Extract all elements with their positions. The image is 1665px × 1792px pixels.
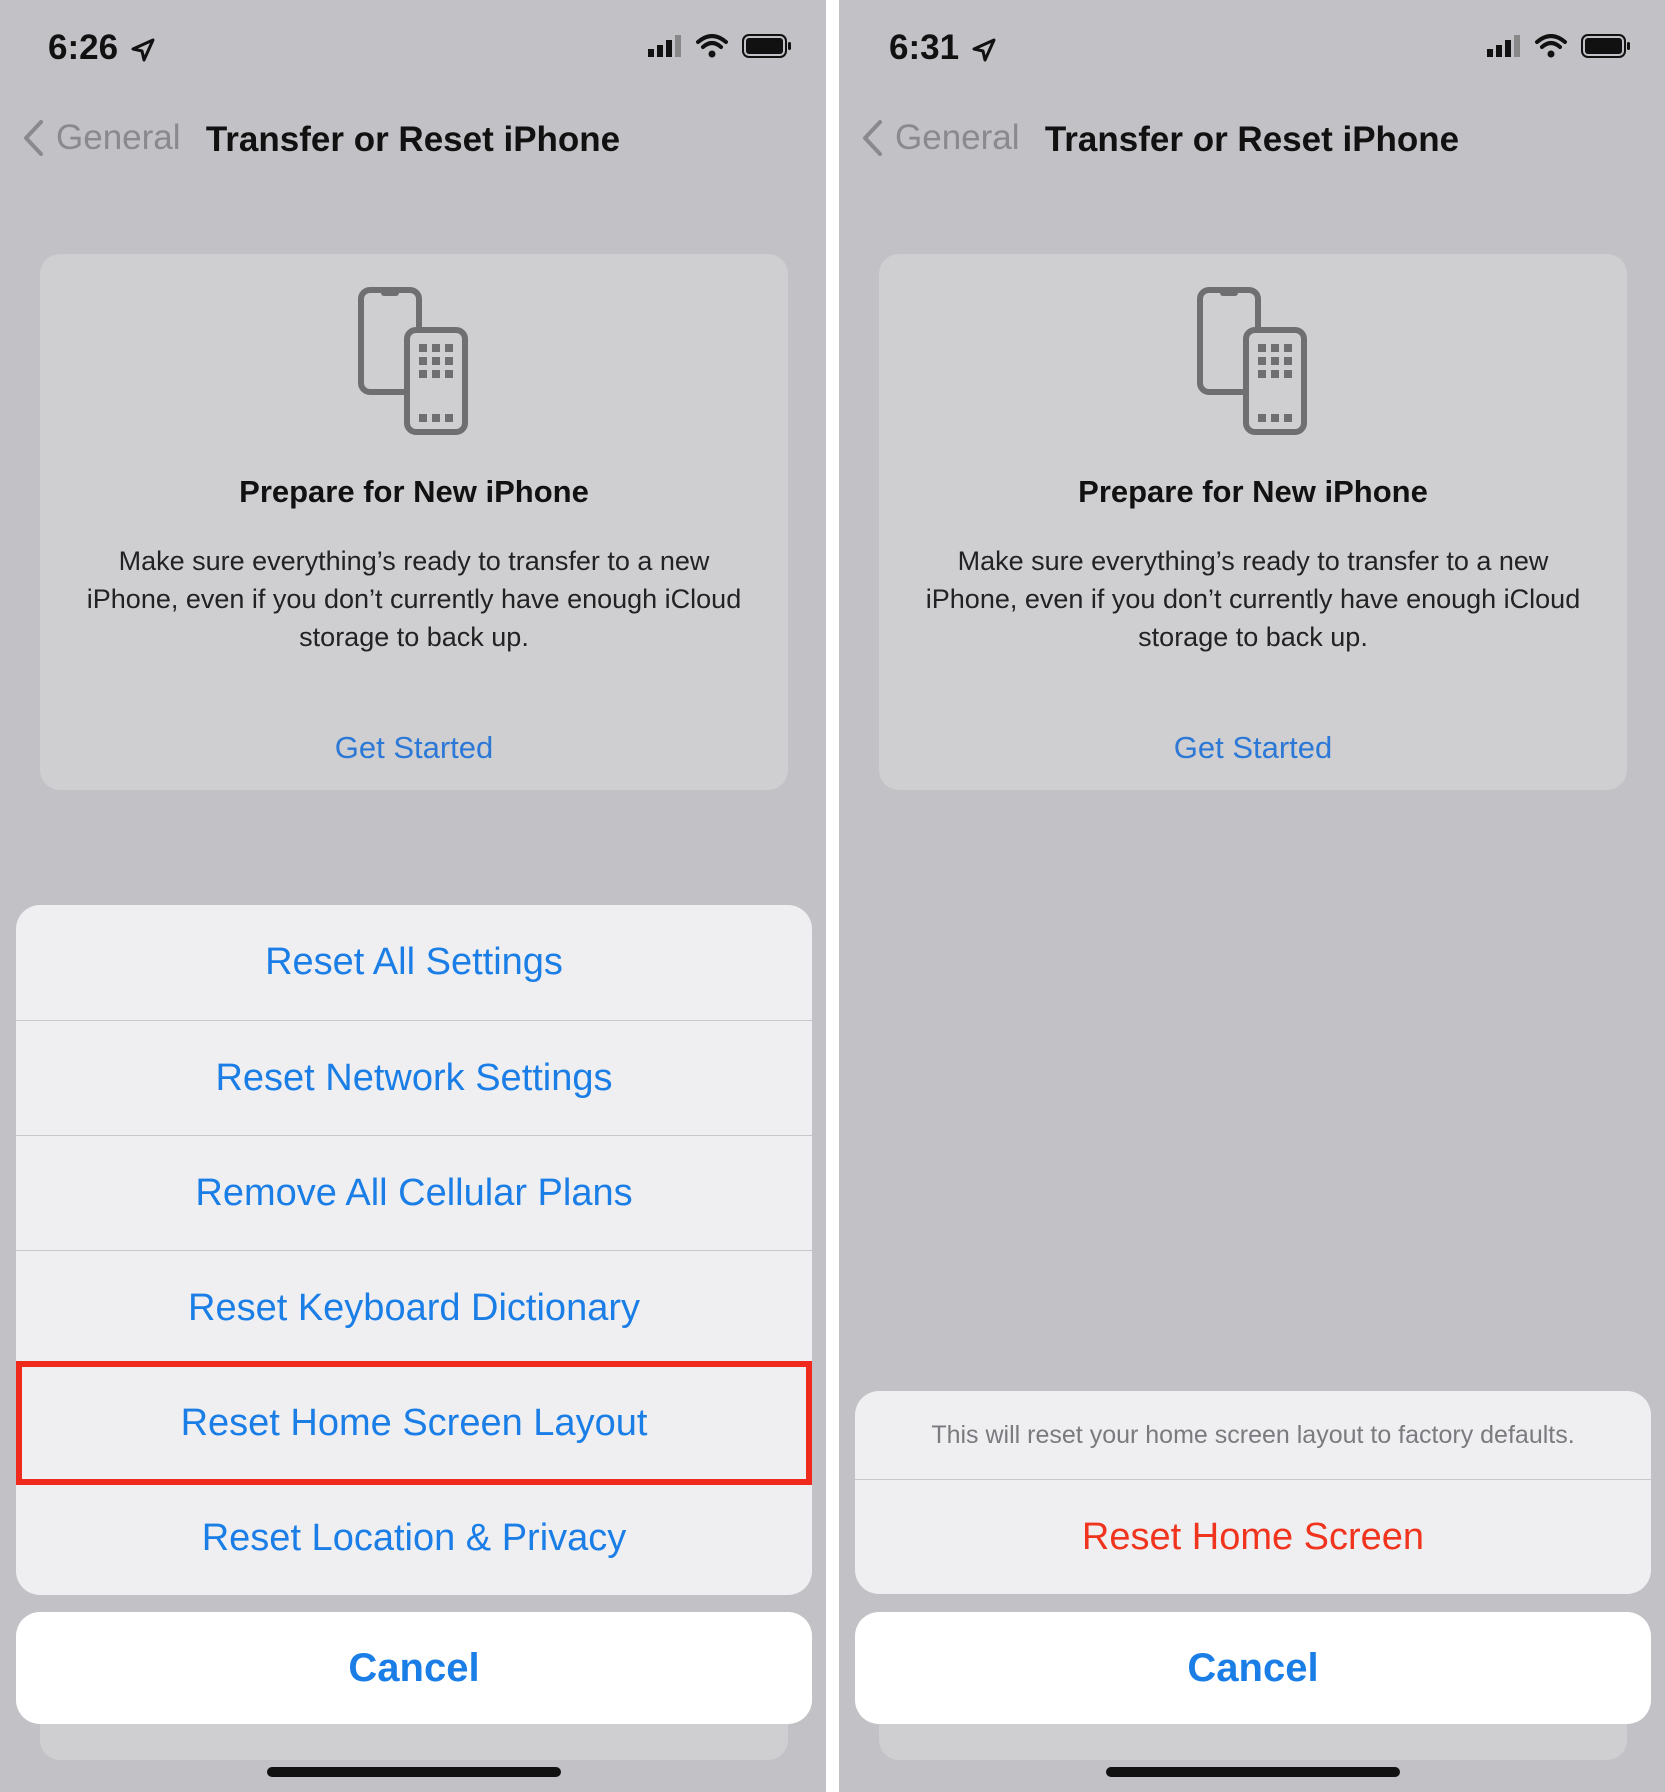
get-started-link[interactable]: Get Started: [40, 730, 788, 766]
remove-cellular-plans-button[interactable]: Remove All Cellular Plans: [16, 1135, 812, 1250]
status-time-text: 6:31: [889, 28, 960, 67]
reset-location-privacy-button[interactable]: Reset Location & Privacy: [16, 1480, 812, 1595]
home-indicator: [1106, 1767, 1400, 1777]
screen-right: 6:31 General Transfer or Reset iPhone Pr…: [839, 0, 1665, 1792]
reset-options-sheet: Reset All Settings Reset Network Setting…: [16, 905, 812, 1595]
prepare-card: Prepare for New iPhone Make sure everyth…: [879, 254, 1627, 790]
status-time: 6:31: [889, 28, 997, 68]
cancel-button[interactable]: Cancel: [855, 1612, 1651, 1724]
home-indicator: [267, 1767, 561, 1777]
status-time: 6:26: [48, 28, 156, 68]
status-indicators: [1487, 34, 1631, 58]
battery-icon: [742, 34, 791, 58]
cellular-signal-icon: [648, 35, 681, 57]
location-arrow-icon: [131, 38, 155, 62]
transfer-phones-icon: [358, 287, 468, 435]
reset-all-settings-button[interactable]: Reset All Settings: [16, 905, 812, 1020]
reset-home-screen-button[interactable]: Reset Home Screen: [855, 1479, 1651, 1594]
page-title: Transfer or Reset iPhone: [205, 120, 621, 159]
reset-home-screen-layout-button[interactable]: Reset Home Screen Layout: [16, 1365, 812, 1480]
card-description: Make sure everything’s ready to transfer…: [925, 546, 1581, 652]
status-time-text: 6:26: [48, 28, 119, 67]
prepare-card: Prepare for New iPhone Make sure everyth…: [40, 254, 788, 790]
battery-icon: [1581, 34, 1630, 58]
cancel-button[interactable]: Cancel: [16, 1612, 812, 1724]
screen-left: 6:26 General Transfer or Reset iPhone Pr…: [0, 0, 826, 1792]
get-started-link[interactable]: Get Started: [879, 730, 1627, 766]
wifi-icon: [696, 34, 728, 58]
card-title: Prepare for New iPhone: [1078, 474, 1428, 509]
page-title: Transfer or Reset iPhone: [1044, 120, 1460, 159]
confirm-message: This will reset your home screen layout …: [931, 1420, 1575, 1449]
transfer-phones-icon: [1197, 287, 1307, 435]
reset-keyboard-dictionary-button[interactable]: Reset Keyboard Dictionary: [16, 1250, 812, 1365]
location-arrow-icon: [972, 38, 996, 62]
confirm-reset-sheet: This will reset your home screen layout …: [855, 1391, 1651, 1594]
status-indicators: [648, 34, 792, 58]
cellular-signal-icon: [1487, 35, 1520, 57]
card-description: Make sure everything’s ready to transfer…: [86, 546, 742, 652]
wifi-icon: [1535, 34, 1567, 58]
reset-network-settings-button[interactable]: Reset Network Settings: [16, 1020, 812, 1135]
card-title: Prepare for New iPhone: [239, 474, 589, 509]
